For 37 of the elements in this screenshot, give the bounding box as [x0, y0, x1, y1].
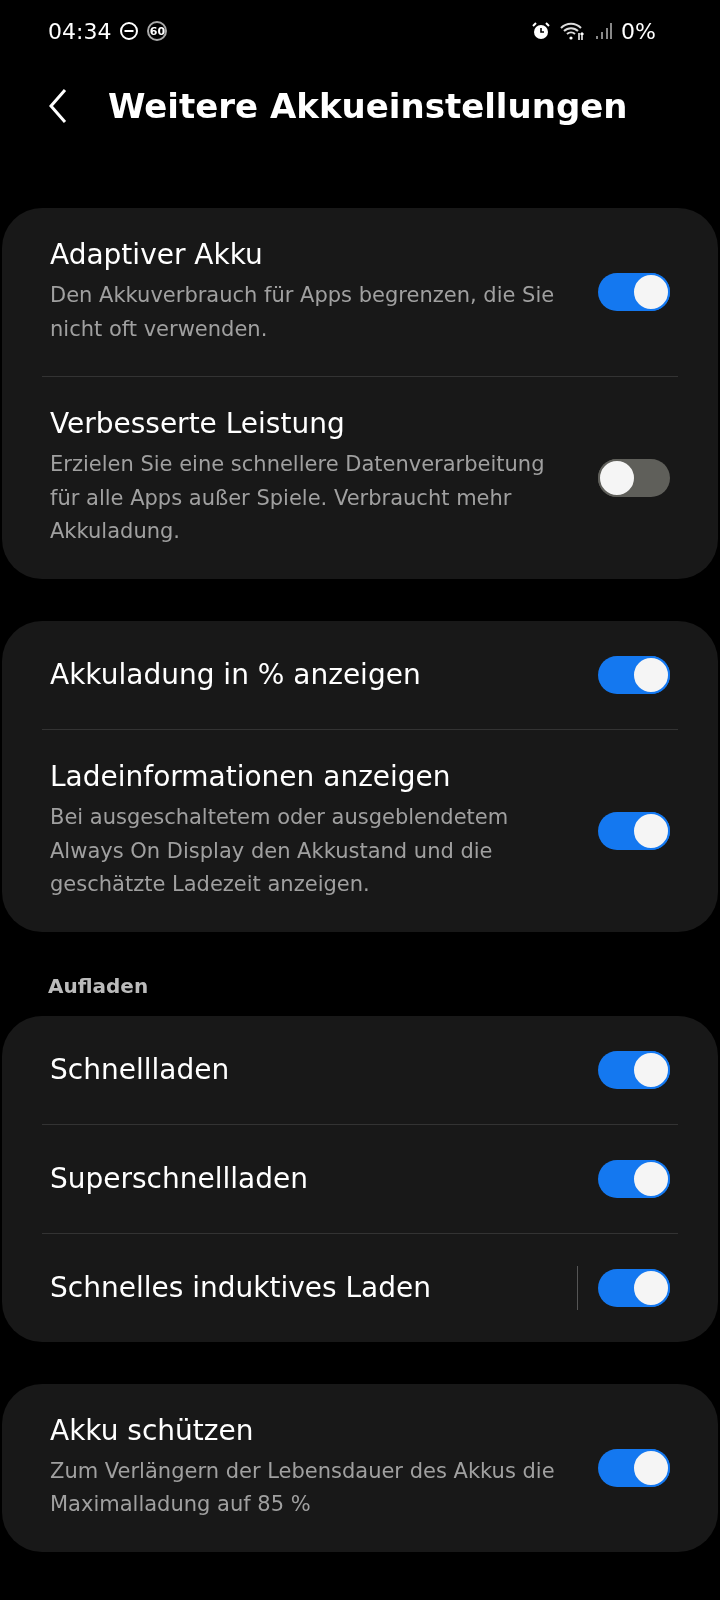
setting-description: Bei ausgeschaltetem oder ausgeblendetem Always On Display den Akkustand und die geschätzte Ladezeit anzeigen. [50, 803, 510, 899]
refresh-rate-badge: 60 [147, 21, 168, 41]
do-not-disturb-icon [119, 21, 140, 41]
toggle-switch[interactable] [598, 1448, 670, 1487]
setting-title: Akku schützen [50, 1413, 255, 1447]
setting-description: Erzielen Sie eine schnellere Datenverarbeitung für alle Apps außer Spiele. Verbraucht mehr Akkuladung. [50, 451, 546, 546]
toggle-switch[interactable] [598, 1050, 670, 1089]
setting-title: Adaptiver Akku [50, 238, 264, 271]
setting-row[interactable]: Schnellladen [2, 1015, 718, 1124]
toggle-switch[interactable] [598, 459, 670, 498]
back-button[interactable] [48, 88, 68, 124]
toggle-switch[interactable] [598, 1159, 670, 1198]
battery-percent: 0% [621, 18, 656, 44]
setting-row[interactable]: Verbesserte Leistung Erzielen Sie eine schnellere Datenverarbeitung für alle Apps außer Spiele. Verbraucht mehr Akkuladung. [2, 377, 718, 579]
setting-title: Ladeinformationen anzeigen [50, 759, 452, 793]
setting-row[interactable]: Ladeinformationen anzeigen Bei ausgeschaltetem oder ausgeblendetem Always On Display den Akkustand und die geschätzte Ladezeit anzeigen. [2, 729, 718, 932]
setting-title: Akkuladung in % anzeigen [50, 658, 422, 692]
section-header: Aufladen [47, 973, 150, 1000]
setting-description: Zum Verlängern der Lebensdauer des Akkus die Maximalladung auf 85 % [50, 1457, 556, 1519]
toggle-switch[interactable] [598, 1268, 670, 1307]
toggle-switch[interactable] [598, 655, 670, 694]
toggle-switch[interactable] [598, 811, 670, 850]
setting-row[interactable]: Superschnellladen [2, 1124, 718, 1233]
page-title: Weitere Akkueinstellungen [108, 86, 628, 126]
toggle-switch[interactable] [598, 273, 670, 312]
alarm-icon [531, 21, 552, 41]
setting-title: Schnellladen [50, 1053, 231, 1087]
setting-title: Superschnellladen [50, 1162, 309, 1196]
setting-description: Den Akkuverbrauch für Apps begrenzen, die Sie nicht oft verwenden. [50, 282, 556, 343]
setting-row[interactable]: Adaptiver Akku Den Akkuverbrauch für Apps begrenzen, die Sie nicht oft verwenden. [2, 208, 718, 377]
setting-row[interactable]: Akku schützen Zum Verlängern der Lebensdauer des Akkus die Maximalladung auf 85 % [2, 1383, 718, 1552]
setting-title: Schnelles induktives Laden [50, 1271, 432, 1305]
setting-row[interactable]: Akkuladung in % anzeigen [2, 620, 718, 729]
setting-row[interactable]: Schnelles induktives Laden [2, 1233, 718, 1342]
setting-title: Verbesserte Leistung [50, 407, 346, 441]
signal-icon [595, 21, 614, 41]
status-time: 04:34 [48, 18, 112, 44]
